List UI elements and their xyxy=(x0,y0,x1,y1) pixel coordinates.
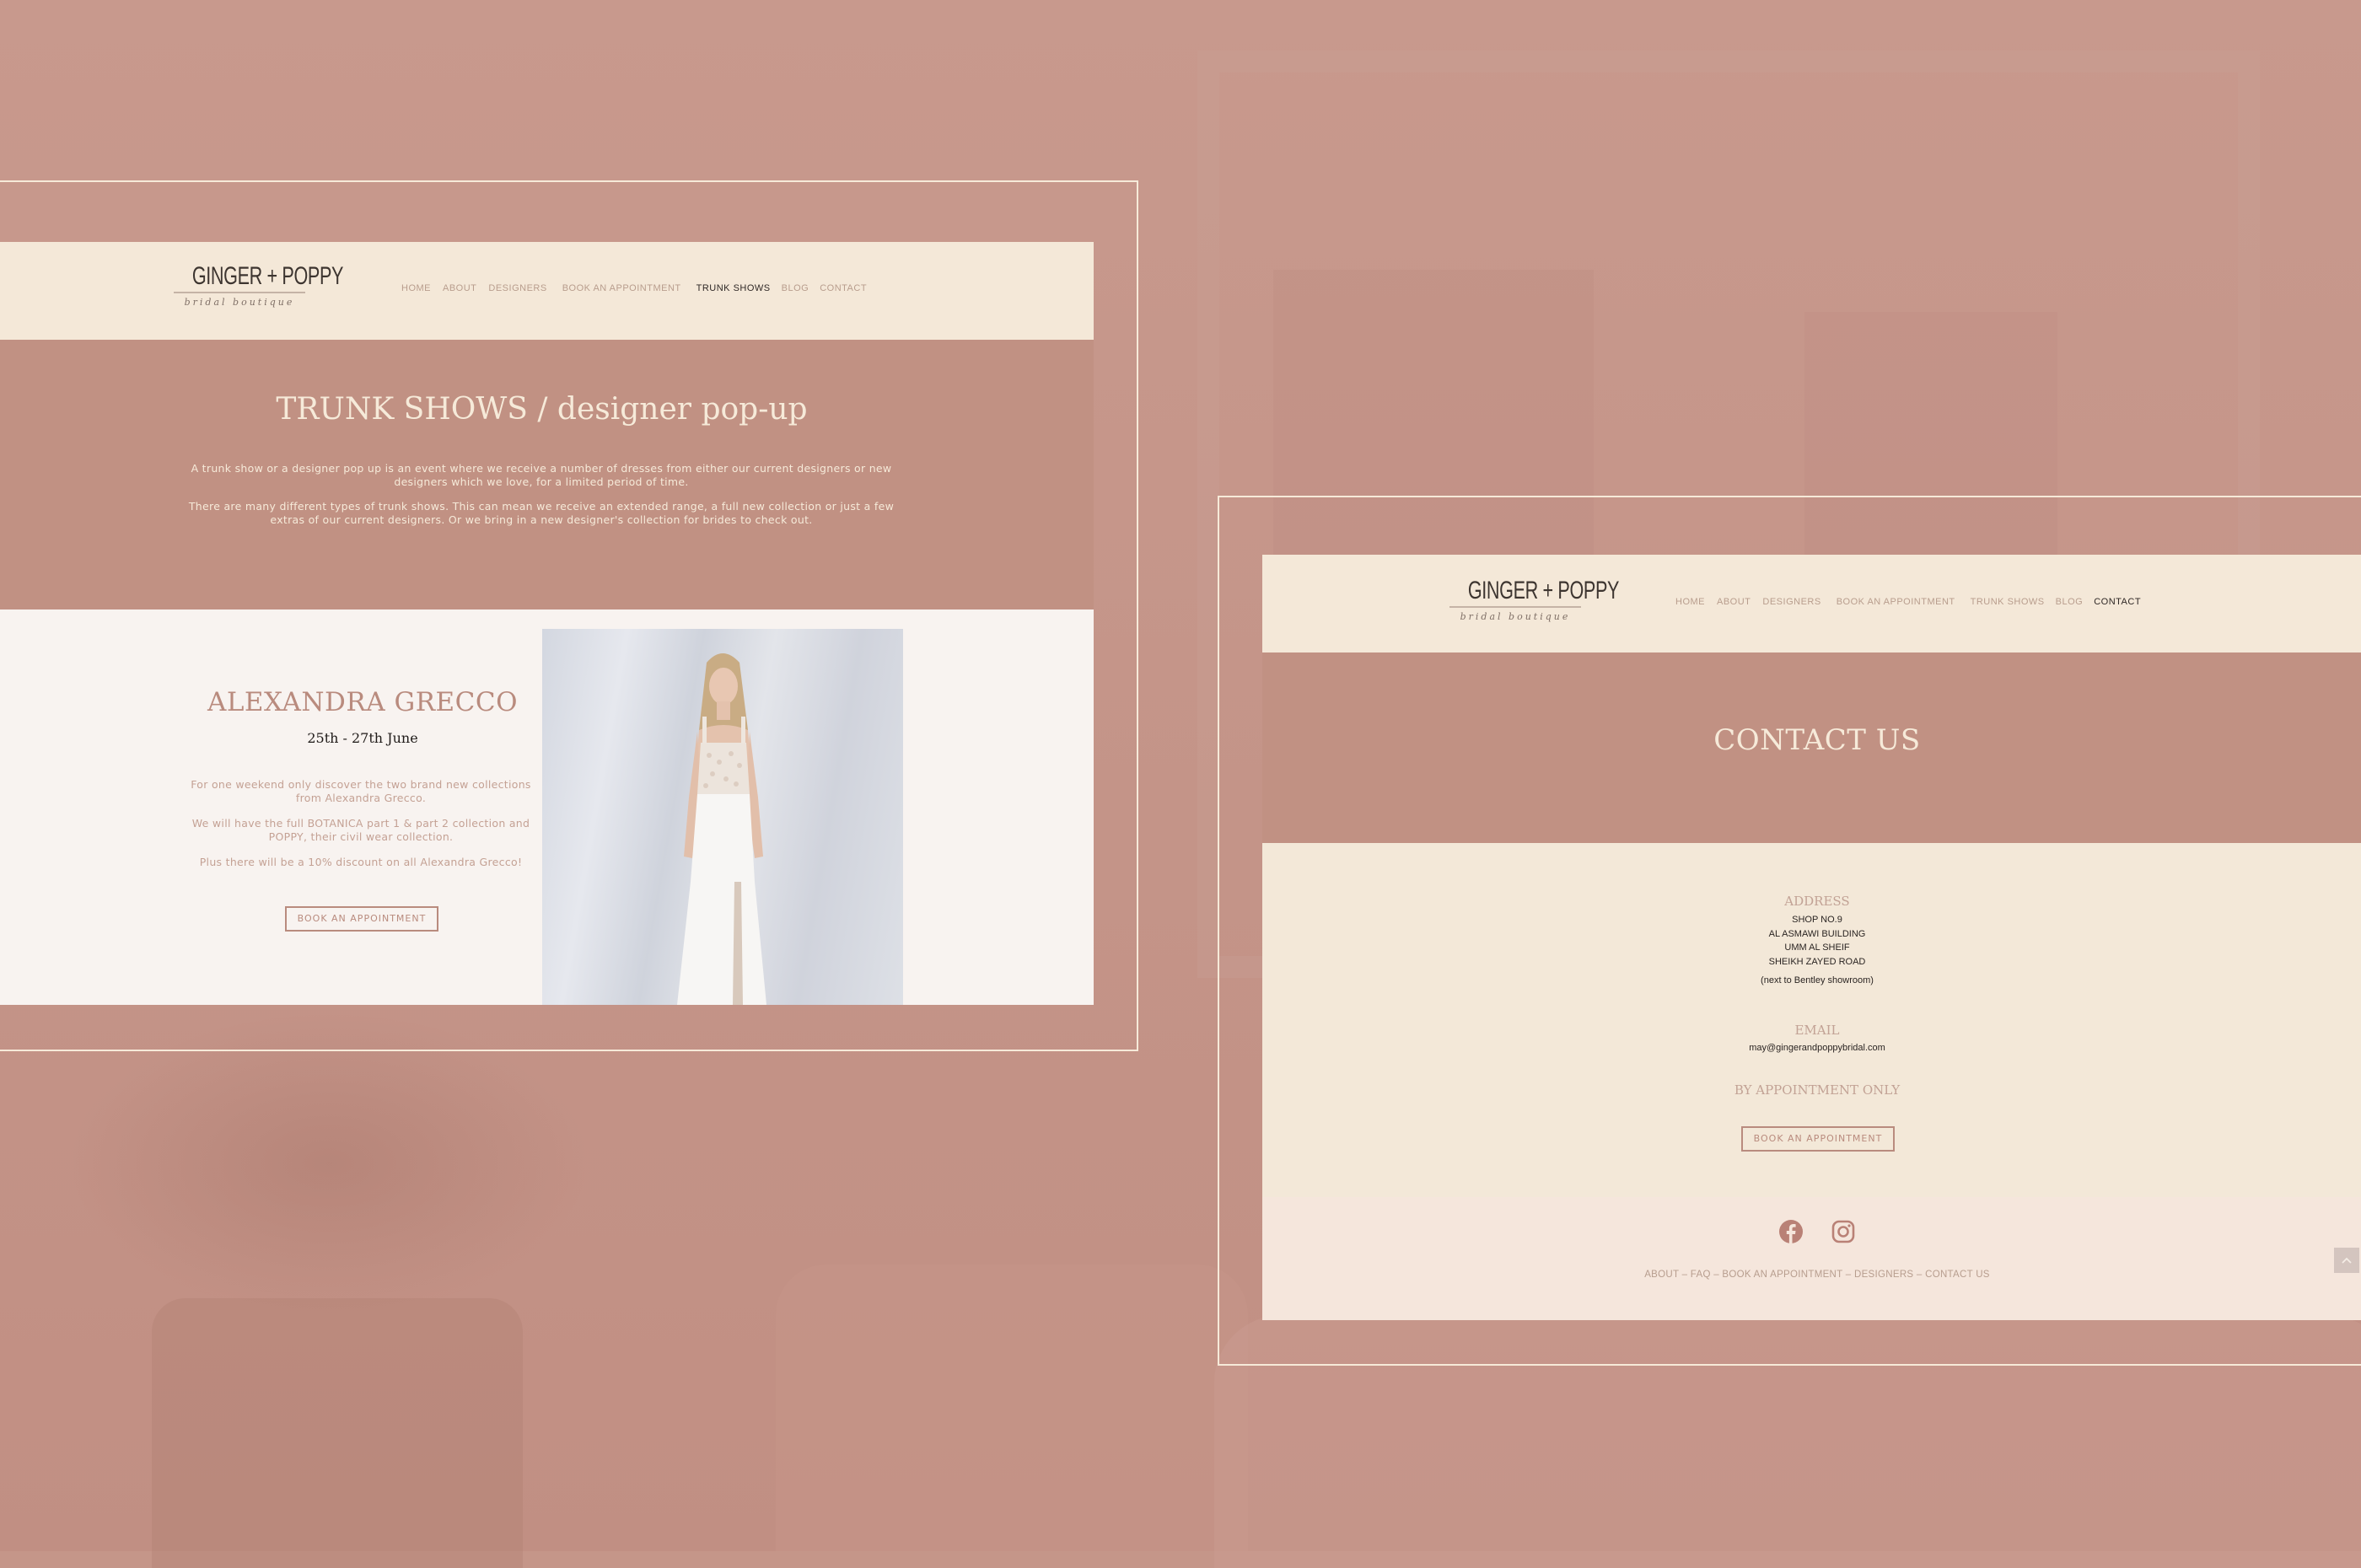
main-nav: HOME ABOUT DESIGNERS BOOK AN APPOINTMENT… xyxy=(401,283,867,293)
brand-tagline: bridal boutique xyxy=(1460,611,1571,622)
brand-logo[interactable]: GINGER + POPPY bridal boutique xyxy=(174,262,344,308)
address-line-1: SHOP NO.9 xyxy=(1792,915,1842,925)
site-header: GINGER + POPPY bridal boutique HOME ABOU… xyxy=(0,242,1094,340)
event-text-2: We will have the full BOTANICA part 1 & … xyxy=(191,817,530,843)
book-appointment-button[interactable]: BOOK AN APPOINTMENT xyxy=(1741,1126,1895,1152)
appointment-note: BY APPOINTMENT ONLY xyxy=(1734,1082,1901,1098)
background-cushion-left xyxy=(776,1265,1248,1551)
contact-details: ADDRESS SHOP NO.9 AL ASMAWI BUILDING UMM… xyxy=(1262,843,2361,1197)
contact-hero: CONTACT US xyxy=(1262,652,2361,843)
nav-book-appointment[interactable]: BOOK AN APPOINTMENT xyxy=(562,283,681,293)
nav-contact[interactable]: CONTACT xyxy=(2094,597,2141,607)
footer-links: ABOUT – FAQ – BOOK AN APPOINTMENT – DESI… xyxy=(1262,1270,2361,1280)
event-dates: 25th - 27th June xyxy=(307,730,418,746)
nav-blog[interactable]: BLOG xyxy=(782,283,809,293)
brand-name: GINGER + POPPY xyxy=(191,262,344,290)
brand-tagline: bridal boutique xyxy=(184,297,295,308)
instagram-icon[interactable] xyxy=(1831,1219,1856,1248)
scroll-to-top-button[interactable] xyxy=(2334,1248,2359,1273)
address-line-4: SHEIKH ZAYED ROAD xyxy=(1768,956,1866,967)
email-label: EMAIL xyxy=(1794,1023,1840,1038)
footer-separator: – xyxy=(1710,1270,1723,1280)
nav-trunk-shows[interactable]: TRUNK SHOWS xyxy=(1971,597,2045,607)
event-text-3: Plus there will be a 10% discount on all… xyxy=(199,856,523,868)
intro-paragraph-2: There are many different types of trunk … xyxy=(188,500,895,526)
address-line-3: UMM AL SHEIF xyxy=(1784,942,1850,953)
nav-about[interactable]: ABOUT xyxy=(1717,597,1751,607)
nav-home[interactable]: HOME xyxy=(1675,597,1705,607)
footer-link-designers[interactable]: DESIGNERS xyxy=(1854,1270,1913,1280)
nav-home[interactable]: HOME xyxy=(401,283,431,293)
nav-designers[interactable]: DESIGNERS xyxy=(1762,597,1820,607)
footer-link-book-appointment[interactable]: BOOK AN APPOINTMENT xyxy=(1722,1270,1842,1280)
nav-trunk-shows[interactable]: TRUNK SHOWS xyxy=(696,283,771,293)
chevron-up-icon xyxy=(2342,1257,2352,1264)
background-plant-leaves xyxy=(67,1012,590,1315)
nav-about[interactable]: ABOUT xyxy=(443,283,476,293)
main-nav: HOME ABOUT DESIGNERS BOOK AN APPOINTMENT… xyxy=(1675,597,2141,607)
footer-link-about[interactable]: ABOUT xyxy=(1644,1270,1679,1280)
address-note: (next to Bentley showroom) xyxy=(1761,975,1874,985)
logo-divider xyxy=(174,292,305,293)
footer-link-faq[interactable]: FAQ xyxy=(1691,1270,1711,1280)
social-links xyxy=(1262,1219,2361,1248)
book-appointment-button[interactable]: BOOK AN APPOINTMENT xyxy=(285,906,438,932)
bride-figure-illustration xyxy=(677,653,766,1005)
site-footer: ABOUT – FAQ – BOOK AN APPOINTMENT – DESI… xyxy=(1262,1197,2361,1320)
address-label: ADDRESS xyxy=(1784,894,1850,909)
event-text-1: For one weekend only discover the two br… xyxy=(191,778,531,804)
address-block: SHOP NO.9 AL ASMAWI BUILDING UMM AL SHEI… xyxy=(1262,913,2361,969)
nav-book-appointment[interactable]: BOOK AN APPOINTMENT xyxy=(1837,597,1955,607)
nav-designers[interactable]: DESIGNERS xyxy=(488,283,546,293)
trunk-shows-screenshot: GINGER + POPPY bridal boutique HOME ABOU… xyxy=(0,242,1094,1005)
page-title: TRUNK SHOWS / designer pop-up xyxy=(276,392,808,427)
footer-separator: – xyxy=(1913,1270,1926,1280)
address-line-2: AL ASMAWI BUILDING xyxy=(1768,928,1866,939)
footer-separator: – xyxy=(1679,1270,1691,1280)
event-section: ALEXANDRA GRECCO 25th - 27th June For on… xyxy=(0,609,1094,1005)
brand-logo[interactable]: GINGER + POPPY bridal boutique xyxy=(1449,577,1620,622)
contact-screenshot: GINGER + POPPY bridal boutique HOME ABOU… xyxy=(1262,555,2361,1320)
dress-photo xyxy=(542,629,903,1005)
facebook-icon[interactable] xyxy=(1778,1219,1804,1248)
event-designer-name: ALEXANDRA GRECCO xyxy=(207,687,519,717)
footer-link-contact-us[interactable]: CONTACT US xyxy=(1925,1270,1990,1280)
trunk-shows-hero: TRUNK SHOWS / designer pop-up A trunk sh… xyxy=(0,340,1094,609)
nav-contact[interactable]: CONTACT xyxy=(820,283,867,293)
email-link[interactable]: may@gingerandpoppybridal.com xyxy=(1262,1043,2361,1053)
background-plant-pot xyxy=(152,1298,523,1568)
intro-paragraph-1: A trunk show or a designer pop up is an … xyxy=(191,462,892,488)
brand-name: GINGER + POPPY xyxy=(1467,577,1620,604)
nav-blog[interactable]: BLOG xyxy=(2056,597,2084,607)
site-header: GINGER + POPPY bridal boutique HOME ABOU… xyxy=(1262,555,2361,652)
page-title: CONTACT US xyxy=(1713,723,1921,757)
footer-separator: – xyxy=(1842,1270,1854,1280)
logo-divider xyxy=(1449,606,1581,608)
